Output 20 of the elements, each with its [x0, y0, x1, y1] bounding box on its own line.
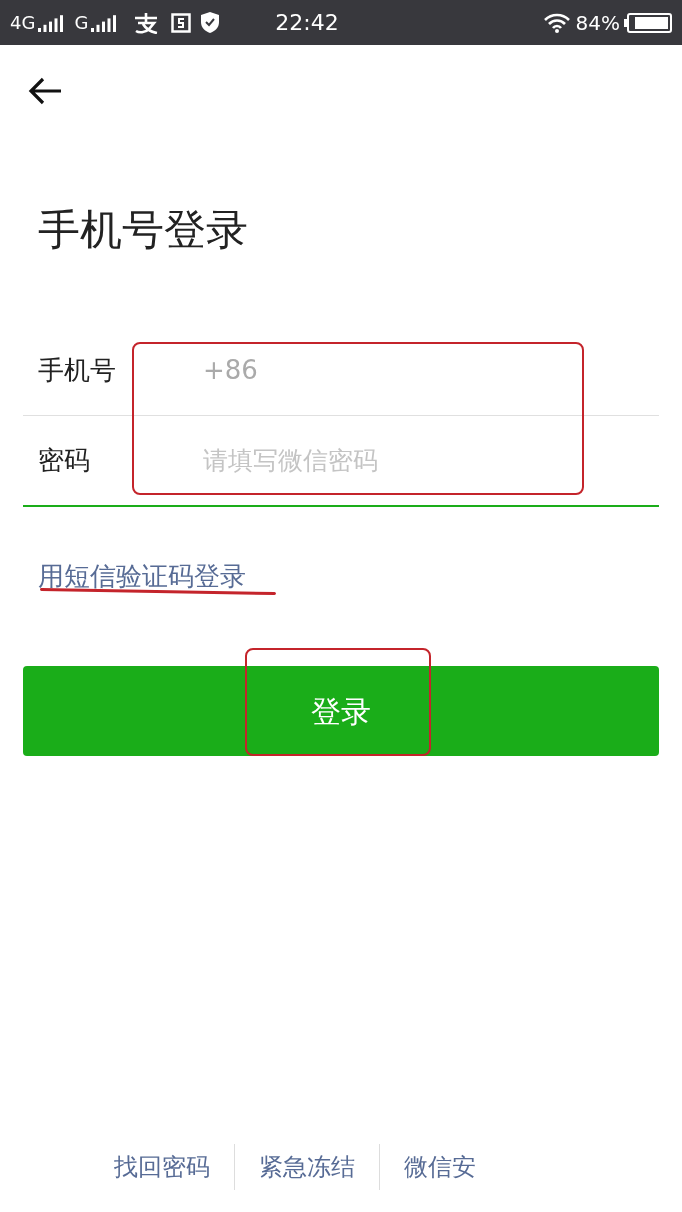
battery-percent: 84%	[575, 9, 620, 37]
login-button[interactable]: 登录	[23, 666, 659, 756]
signal-icon	[91, 13, 118, 32]
field-label: 手机号	[37, 353, 117, 387]
status-time: 22:42	[275, 9, 339, 37]
signal-icon	[38, 13, 65, 32]
square-icon	[171, 12, 192, 33]
wifi-icon	[543, 12, 570, 33]
network-label: G	[74, 11, 89, 35]
footer-link[interactable]: 紧急冻结	[235, 1149, 379, 1185]
password-field[interactable]: 请填写微信密码	[203, 441, 659, 480]
page-title: 手机号登录	[38, 209, 249, 251]
footer-link[interactable]: 微信安	[380, 1149, 500, 1185]
sms-login-link[interactable]: 用短信验证码登录	[38, 557, 246, 596]
network-label: 4G	[10, 11, 36, 35]
shield-icon	[201, 12, 220, 33]
back-arrow-icon[interactable]	[28, 77, 62, 105]
field-label: 密码	[37, 444, 91, 477]
battery-icon	[624, 12, 672, 33]
footer-link[interactable]: 找回密码	[90, 1149, 234, 1185]
